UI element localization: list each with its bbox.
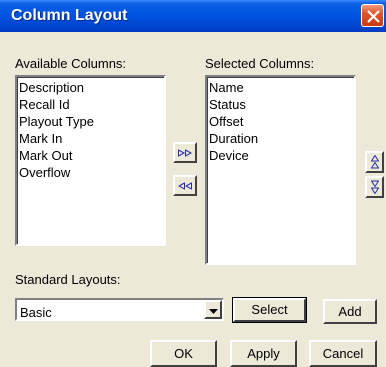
add-button-label: Add bbox=[338, 304, 362, 319]
chevron-down-icon bbox=[209, 309, 218, 314]
double-arrow-right-icon bbox=[178, 149, 192, 156]
select-button[interactable]: Select bbox=[232, 297, 307, 323]
apply-button-label: Apply bbox=[247, 346, 280, 361]
ok-button-label: OK bbox=[174, 346, 193, 361]
available-columns-label: Available Columns: bbox=[15, 56, 127, 71]
cancel-button[interactable]: Cancel bbox=[309, 340, 377, 367]
list-item[interactable]: Offset bbox=[209, 113, 354, 130]
available-columns-list[interactable]: Description Recall Id Playout Type Mark In M… bbox=[15, 75, 166, 246]
close-icon bbox=[367, 10, 380, 23]
column-layout-dialog: Column Layout Available Columns: Descrip… bbox=[0, 0, 386, 367]
standard-layouts-label: Standard Layouts: bbox=[15, 272, 121, 287]
move-right-button[interactable] bbox=[173, 142, 197, 163]
move-left-button[interactable] bbox=[173, 175, 197, 196]
title-bar[interactable]: Column Layout bbox=[0, 0, 386, 32]
list-item[interactable]: Playout Type bbox=[19, 113, 164, 130]
ok-button[interactable]: OK bbox=[150, 340, 217, 367]
selected-columns-label: Selected Columns: bbox=[205, 56, 315, 71]
list-item[interactable]: Overflow bbox=[19, 164, 164, 181]
standard-layouts-value: Basic bbox=[20, 305, 52, 320]
list-item[interactable]: Device bbox=[209, 147, 354, 164]
list-item[interactable]: Recall Id bbox=[19, 96, 164, 113]
list-item[interactable]: Status bbox=[209, 96, 354, 113]
arrow-down-icon bbox=[370, 180, 379, 194]
list-item[interactable]: Description bbox=[19, 79, 164, 96]
cancel-button-label: Cancel bbox=[322, 346, 364, 361]
arrow-up-icon bbox=[370, 155, 379, 169]
double-arrow-left-icon bbox=[178, 182, 192, 189]
list-item[interactable]: Mark Out bbox=[19, 147, 164, 164]
move-up-button[interactable] bbox=[365, 151, 384, 173]
list-item[interactable]: Name bbox=[209, 79, 354, 96]
dropdown-arrow-button[interactable] bbox=[204, 300, 222, 319]
list-item[interactable]: Mark In bbox=[19, 130, 164, 147]
close-button[interactable] bbox=[361, 4, 384, 27]
list-item[interactable]: Duration bbox=[209, 130, 354, 147]
window-title: Column Layout bbox=[11, 7, 128, 24]
apply-button[interactable]: Apply bbox=[230, 340, 297, 367]
select-button-label: Select bbox=[251, 302, 288, 317]
standard-layouts-dropdown[interactable]: Basic bbox=[15, 298, 224, 321]
selected-columns-list[interactable]: Name Status Offset Duration Device bbox=[205, 75, 356, 265]
add-button[interactable]: Add bbox=[323, 299, 377, 324]
move-down-button[interactable] bbox=[365, 176, 384, 198]
